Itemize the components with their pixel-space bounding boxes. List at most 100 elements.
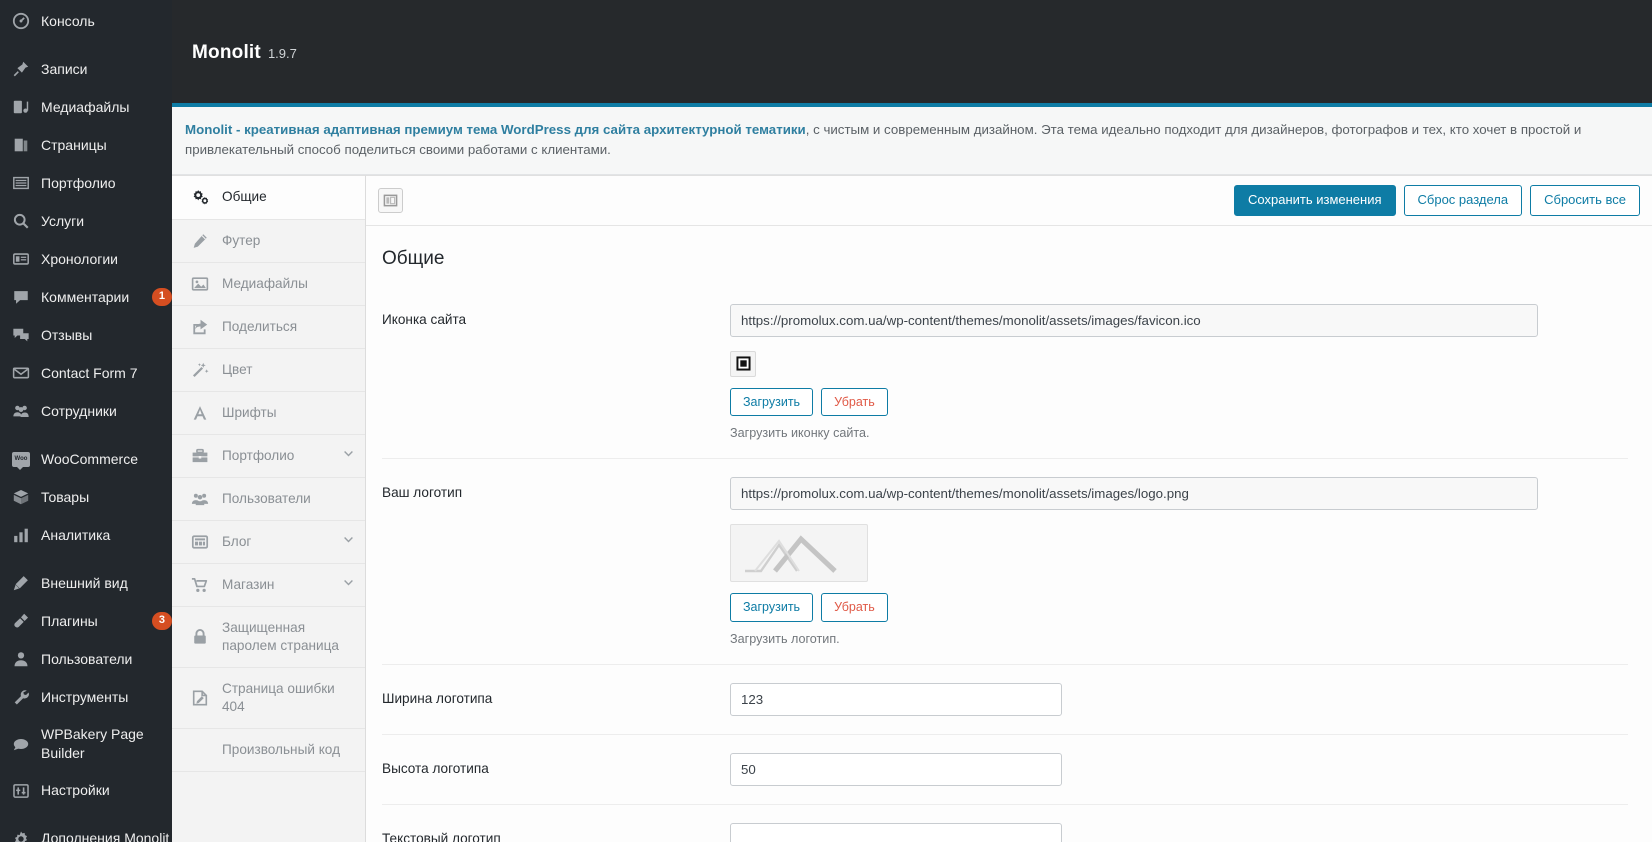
- tab-10[interactable]: Защищенная паролем страница: [172, 606, 365, 668]
- sidebar-item-1[interactable]: Записи: [0, 50, 172, 88]
- media-icon: [10, 97, 32, 117]
- sidebar-item-15[interactable]: Плагины 3: [0, 602, 172, 640]
- tab-3[interactable]: Поделиться: [172, 305, 365, 349]
- testimonial-icon: [10, 325, 32, 345]
- tab-7[interactable]: Пользователи: [172, 477, 365, 521]
- sidebar-item-5[interactable]: Услуги: [0, 202, 172, 240]
- sidebar-item-7[interactable]: Комментарии 1: [0, 278, 172, 316]
- sidebar-item-2[interactable]: Медиафайлы: [0, 88, 172, 126]
- sidebar-item-11[interactable]: Woo WooCommerce: [0, 440, 172, 478]
- theme-description-highlight: Monolit - креативная адаптивная премиум …: [185, 122, 806, 137]
- chevron-down-icon: [344, 450, 353, 457]
- gears-icon: [188, 188, 212, 207]
- chevron-down-icon: [344, 536, 353, 543]
- field-input-1[interactable]: [730, 477, 1538, 511]
- sidebar-item-3[interactable]: Страницы: [0, 126, 172, 164]
- sidebar-item-label: Медиафайлы: [41, 98, 130, 115]
- sidebar-item-label: Сотрудники: [41, 402, 117, 419]
- favicon-preview: [730, 350, 756, 377]
- tab-8[interactable]: Блог: [172, 520, 365, 564]
- envelope-icon: [10, 363, 32, 383]
- field-input-4[interactable]: [730, 822, 1062, 842]
- dashboard-icon: [10, 11, 32, 31]
- sidebar-item-14[interactable]: Внешний вид: [0, 564, 172, 602]
- sidebar-item-label: WPBakery Page Builder: [41, 726, 144, 761]
- tab-label: Медиафайлы: [222, 275, 308, 291]
- tab-label: Общие: [222, 189, 267, 205]
- content-inner: Общие Иконка сайтаЗагрузитьУбратьЗагрузи…: [366, 226, 1652, 842]
- field-input-0[interactable]: [730, 303, 1538, 337]
- settings-sliders-icon: [10, 781, 32, 801]
- tab-5[interactable]: Шрифты: [172, 391, 365, 435]
- wpbakery-icon: [10, 734, 32, 754]
- tab-12[interactable]: CSS Произвольный код: [172, 728, 365, 772]
- tab-1[interactable]: Футер: [172, 219, 365, 263]
- logo-glyph: [745, 535, 837, 574]
- sidebar-item-10[interactable]: Сотрудники: [0, 392, 172, 430]
- image-icon: [188, 275, 212, 293]
- sidebar-item-18[interactable]: WPBakery Page Builder: [0, 716, 172, 772]
- tab-label: Блог: [222, 533, 252, 549]
- remove-button-1[interactable]: Убрать: [821, 593, 888, 622]
- reset-all-button[interactable]: Сбросить все: [1530, 185, 1640, 216]
- team-icon: [10, 401, 32, 421]
- sidebar-item-badge: 1: [151, 288, 172, 306]
- sidebar-item-label: Аналитика: [41, 526, 111, 543]
- chart-bar-icon: [10, 525, 32, 545]
- sidebar-item-13[interactable]: Аналитика: [0, 516, 172, 554]
- css-code-icon: CSS: [188, 742, 212, 758]
- field-row-1: Ваш логотип ЗагрузитьУбрать Загрузить лого…: [382, 459, 1628, 665]
- tab-label: Пользователи: [222, 490, 311, 506]
- sidebar-item-label: Портфолио: [41, 174, 116, 191]
- chevron-down-icon[interactable]: [342, 576, 355, 594]
- upload-button-1[interactable]: Загрузить: [730, 593, 814, 622]
- sidebar-item-9[interactable]: Contact Form 7: [0, 354, 172, 392]
- woocommerce-icon: Woo: [10, 449, 32, 470]
- search-icon: [10, 211, 32, 231]
- tab-0[interactable]: Общие: [172, 175, 365, 220]
- cart-icon: [188, 576, 212, 594]
- sidebar-item-label: Страницы: [41, 136, 107, 153]
- comment-icon: [10, 287, 32, 307]
- admin-screen: Консоль Записи Медиафайлы Страницы Портфолио…: [0, 0, 1652, 842]
- font-a-icon: [188, 404, 212, 422]
- tab-2[interactable]: Медиафайлы: [172, 262, 365, 306]
- sidebar-item-4[interactable]: Портфолио: [0, 164, 172, 202]
- tab-label: Защищенная паролем страница: [222, 619, 339, 653]
- theme-name: Monolit: [192, 42, 261, 63]
- sidebar-item-label: Комментарии: [41, 288, 130, 305]
- remove-button-0[interactable]: Убрать: [821, 387, 888, 417]
- user-icon: [10, 649, 32, 669]
- reset-section-button[interactable]: Сброс раздела: [1403, 185, 1523, 216]
- chevron-down-icon[interactable]: [342, 533, 355, 551]
- layout-toggle-icon[interactable]: [378, 187, 403, 213]
- sidebar-item-label: Дополнения Monolit: [41, 830, 170, 842]
- sidebar-item-0[interactable]: Консоль: [0, 2, 172, 40]
- save-button[interactable]: Сохранить изменения: [1234, 185, 1396, 216]
- sidebar-item-8[interactable]: Отзывы: [0, 316, 172, 354]
- wrench-icon: [10, 687, 32, 707]
- tab-label: Шрифты: [222, 404, 277, 420]
- tab-label: Футер: [222, 232, 261, 248]
- upload-button-0[interactable]: Загрузить: [730, 387, 814, 417]
- field-help-text: Загрузить логотип.: [730, 631, 840, 646]
- tab-4[interactable]: Цвет: [172, 348, 365, 392]
- sidebar-item-12[interactable]: Товары: [0, 478, 172, 516]
- sidebar-item-label: Contact Form 7: [41, 364, 138, 381]
- sidebar-item-20[interactable]: Дополнения Monolit: [0, 820, 172, 842]
- toolbar-actions: Сохранить изменения Сброс раздела Сброси…: [1234, 185, 1640, 216]
- sidebar-item-17[interactable]: Инструменты: [0, 678, 172, 716]
- sidebar-item-6[interactable]: Хронологии: [0, 240, 172, 278]
- content-toolbar: Сохранить изменения Сброс раздела Сброси…: [366, 175, 1652, 226]
- sidebar-item-19[interactable]: Настройки: [0, 772, 172, 810]
- tab-11[interactable]: Страница ошибки 404: [172, 667, 365, 729]
- chevron-down-icon[interactable]: [342, 447, 355, 465]
- tab-6[interactable]: Портфолио: [172, 434, 365, 478]
- sidebar-item-16[interactable]: Пользователи: [0, 640, 172, 678]
- field-label: Текстовый логотип: [382, 830, 501, 842]
- field-input-2[interactable]: [730, 682, 1062, 716]
- layout-toggle-glyph: [383, 194, 398, 207]
- sidebar-item-label: WooCommerce: [41, 450, 138, 467]
- tab-9[interactable]: Магазин: [172, 563, 365, 607]
- field-input-3[interactable]: [730, 752, 1062, 786]
